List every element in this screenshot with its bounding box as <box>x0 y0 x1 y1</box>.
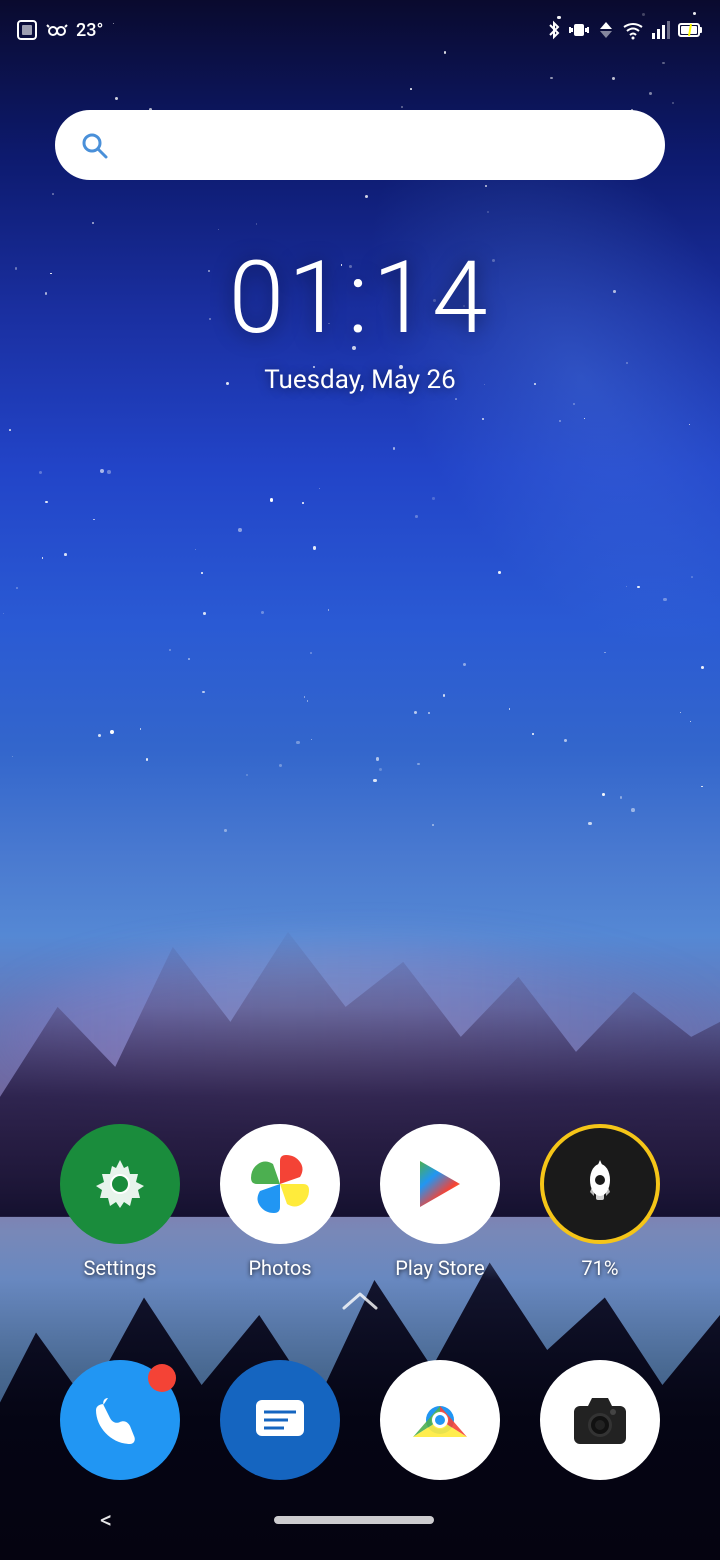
settings-label: Settings <box>83 1256 156 1280</box>
app-rocket[interactable]: 71% <box>540 1124 660 1280</box>
clock-display: 01:14 Tuesday, May 26 <box>0 240 720 395</box>
playstore-icon-bg <box>380 1124 500 1244</box>
back-button[interactable]: < <box>100 1506 112 1534</box>
data-icon <box>596 19 616 41</box>
status-bar: 23° <box>0 0 720 60</box>
dock-camera[interactable] <box>540 1360 660 1480</box>
photos-icon-bg <box>220 1124 340 1244</box>
rocket-label: 71% <box>581 1256 618 1280</box>
bluetooth-icon <box>546 19 562 41</box>
dock-chrome[interactable] <box>380 1360 500 1480</box>
clock-date: Tuesday, May 26 <box>0 365 720 395</box>
app-settings[interactable]: Settings <box>60 1124 180 1280</box>
app-grid: Settings Photos <box>0 1124 720 1280</box>
status-left: 23° <box>16 19 103 41</box>
up-chevron[interactable] <box>340 1288 380 1312</box>
spy-icon <box>46 19 68 41</box>
camera-icon-bg <box>540 1360 660 1480</box>
dock-phone[interactable] <box>60 1360 180 1480</box>
nav-bar: < <box>0 1480 720 1560</box>
chrome-icon-bg <box>380 1360 500 1480</box>
phone-icon-bg <box>60 1360 180 1480</box>
temperature: 23° <box>76 20 103 41</box>
status-right <box>546 19 704 41</box>
dock <box>0 1360 720 1480</box>
dock-messages[interactable] <box>220 1360 340 1480</box>
vibrate-icon <box>568 19 590 41</box>
phone-badge <box>148 1364 176 1392</box>
battery-icon <box>678 19 704 41</box>
signal-icon <box>650 19 672 41</box>
app-playstore[interactable]: Play Store <box>380 1124 500 1280</box>
home-bar[interactable] <box>274 1516 434 1524</box>
photos-label: Photos <box>248 1256 311 1280</box>
wifi-icon <box>622 19 644 41</box>
clock-time: 01:14 <box>0 240 720 357</box>
screenshot-icon <box>16 19 38 41</box>
playstore-label: Play Store <box>395 1256 484 1280</box>
search-icon <box>79 130 109 160</box>
app-photos[interactable]: Photos <box>220 1124 340 1280</box>
search-bar[interactable] <box>55 110 665 180</box>
settings-icon-bg <box>60 1124 180 1244</box>
rocket-icon-bg <box>540 1124 660 1244</box>
messages-icon-bg <box>220 1360 340 1480</box>
